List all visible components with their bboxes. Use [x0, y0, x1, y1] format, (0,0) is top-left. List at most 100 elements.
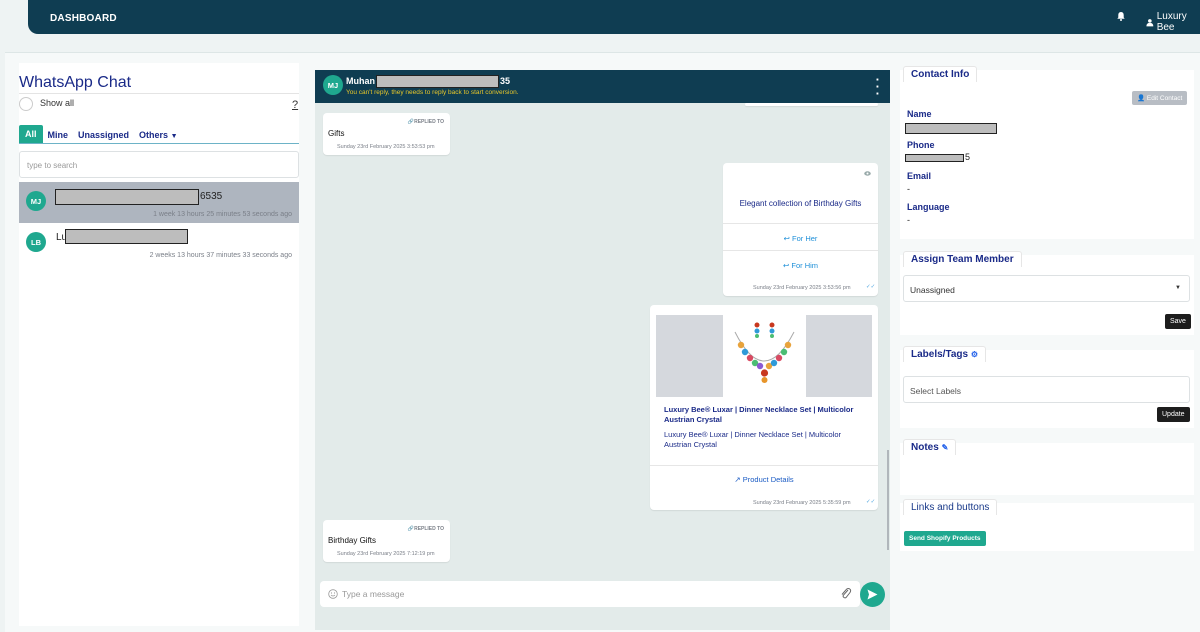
message-text: Birthday Gifts: [328, 536, 377, 545]
conversation-header: MJ Muhan 35 You can't reply, they needs t…: [315, 70, 890, 103]
product-title: Luxury Bee® Luxar | Dinner Necklace Set …: [664, 405, 854, 424]
product-description: Luxury Bee® Luxar | Dinner Necklace Set …: [664, 430, 841, 449]
card-title: Notes ✎: [903, 439, 957, 455]
email-value: -: [907, 184, 910, 194]
redacted-name: [905, 123, 997, 134]
avatar: LB: [26, 232, 46, 252]
send-icon: [867, 589, 878, 600]
reply-icon: ↩: [782, 261, 790, 270]
contact-sidebar: Contact Info 👤 Edit Contact Name Phone 5…: [900, 66, 1194, 630]
bell-icon[interactable]: [1116, 11, 1126, 21]
phone-suffix: 5: [965, 152, 971, 162]
links-buttons-card: Links and buttons Send Shopify Products: [900, 499, 1194, 551]
replied-to-tag: 🔗REPLIED TO: [407, 119, 444, 125]
contact-number-suffix: 6535: [200, 191, 223, 202]
name-label: Name: [907, 109, 932, 119]
labels-card: Labels/Tags ⚙ Select Labels Update: [900, 346, 1194, 428]
redacted-name: [65, 229, 188, 244]
top-navbar: DASHBOARD Luxury Bee: [28, 0, 1200, 34]
divider: [650, 465, 878, 466]
show-all-label: Show all: [40, 98, 75, 108]
message-bubble: 🔗REPLIED TO Birthday Gifts Sunday 23rd F…: [323, 520, 450, 562]
send-button[interactable]: [860, 582, 885, 607]
chat-filter-tabs: All Mine Unassigned Others ▼: [19, 125, 299, 144]
for-him-button[interactable]: ↩ For Him: [723, 261, 878, 270]
message-composer[interactable]: Type a message: [320, 581, 860, 607]
message-time: Sunday 23rd February 2025 3:53:53 pm: [337, 144, 435, 150]
show-all-toggle[interactable]: [19, 97, 33, 111]
message-bubble-edge: [745, 103, 878, 106]
external-link-icon: ↗: [734, 475, 741, 484]
user-edit-icon: 👤: [1137, 95, 1146, 102]
chat-list-panel: WhatsApp Chat Show all ? All Mine Unassi…: [19, 63, 299, 626]
conversation-panel: MJ Muhan 35 You can't reply, they needs t…: [315, 70, 890, 630]
dashboard-link[interactable]: DASHBOARD: [50, 13, 117, 24]
chat-search-input[interactable]: type to search: [19, 151, 299, 178]
last-message-time: 1 week 13 hours 25 minutes 53 seconds ag…: [153, 211, 292, 218]
chat-list-item[interactable]: MJ 6535 1 week 13 hours 25 minutes 53 se…: [19, 182, 299, 223]
caret-down-icon: ▼: [170, 133, 178, 140]
edit-icon[interactable]: ✎: [942, 443, 949, 452]
card-title: Labels/Tags ⚙: [903, 346, 987, 362]
necklace-image: [723, 315, 806, 397]
replied-to-tag: 🔗REPLIED TO: [407, 526, 444, 532]
user-menu[interactable]: Luxury Bee: [1146, 11, 1200, 33]
help-link[interactable]: ?: [292, 99, 298, 111]
card-title: Contact Info: [903, 66, 978, 82]
card-title: Assign Team Member: [903, 251, 1022, 267]
message-time: Sunday 23rd February 2025 3:53:56 pm: [753, 285, 851, 291]
message-input[interactable]: Type a message: [342, 589, 404, 599]
contact-info-card: Contact Info 👤 Edit Contact Name Phone 5…: [900, 66, 1194, 239]
message-text: Elegant collection of Birthday Gifts: [739, 199, 862, 208]
message-time: Sunday 23rd February 2025 5:35:59 pm: [753, 500, 851, 506]
tab-others[interactable]: Others ▼: [134, 130, 182, 143]
send-shopify-products-button[interactable]: Send Shopify Products: [904, 531, 986, 546]
labels-select[interactable]: Select Labels: [903, 376, 1190, 403]
attachment-icon[interactable]: [840, 587, 852, 601]
assign-team-card: Assign Team Member Unassigned ▼ Save: [900, 251, 1194, 335]
redacted-phone: [905, 154, 964, 162]
gear-icon[interactable]: ⚙: [971, 350, 978, 359]
eye-icon: [864, 171, 871, 176]
save-button[interactable]: Save: [1165, 314, 1191, 329]
for-her-button[interactable]: ↩ For Her: [723, 234, 878, 243]
reply-notice: You can't reply, they needs to reply bac…: [346, 89, 519, 96]
contact-name: Muhan 35: [346, 75, 510, 88]
message-bubble: 🔗REPLIED TO Gifts Sunday 23rd February 2…: [323, 113, 450, 155]
redacted-name: [376, 75, 499, 88]
phone-label: Phone: [907, 140, 935, 150]
message-text: Gifts: [328, 129, 345, 138]
avatar: MJ: [26, 191, 46, 211]
edit-contact-button[interactable]: 👤 Edit Contact: [1132, 91, 1188, 105]
redacted-name: [55, 189, 199, 205]
double-check-icon: ✓✓: [866, 499, 876, 505]
double-check-icon: ✓✓: [866, 284, 876, 290]
tab-all[interactable]: All: [19, 125, 43, 143]
message-bubble: Elegant collection of Birthday Gifts ↩ F…: [723, 163, 878, 296]
avatar: MJ: [323, 75, 343, 95]
card-title: Links and buttons: [903, 499, 998, 515]
panel-title: WhatsApp Chat: [19, 74, 132, 91]
message-time: Sunday 23rd February 2025 7:12:19 pm: [337, 551, 435, 557]
tab-unassigned[interactable]: Unassigned: [73, 130, 134, 143]
product-image-frame: [656, 315, 872, 397]
team-member-select[interactable]: Unassigned ▼: [903, 275, 1190, 302]
divider: [723, 250, 878, 251]
update-button[interactable]: Update: [1157, 407, 1190, 422]
chat-list-item[interactable]: LB Lu 2 weeks 13 hours 37 minutes 33 sec…: [19, 223, 299, 264]
reply-icon: ↩: [783, 234, 790, 243]
product-details-button[interactable]: ↗ Product Details: [650, 475, 878, 484]
scrollbar[interactable]: [887, 450, 889, 550]
tab-mine[interactable]: Mine: [43, 130, 74, 143]
language-value: -: [907, 215, 910, 225]
last-message-time: 2 weeks 13 hours 37 minutes 33 seconds a…: [149, 252, 292, 259]
caret-down-icon: ▼: [1175, 285, 1181, 291]
product-message-bubble: Luxury Bee® Luxar | Dinner Necklace Set …: [650, 305, 878, 510]
emoji-icon[interactable]: [328, 589, 338, 599]
email-label: Email: [907, 171, 932, 181]
user-icon: [1146, 18, 1154, 26]
notes-card: Notes ✎: [900, 439, 1194, 495]
divider: [723, 223, 878, 224]
language-label: Language: [907, 202, 950, 212]
more-options-icon[interactable]: · · ·: [876, 73, 880, 100]
